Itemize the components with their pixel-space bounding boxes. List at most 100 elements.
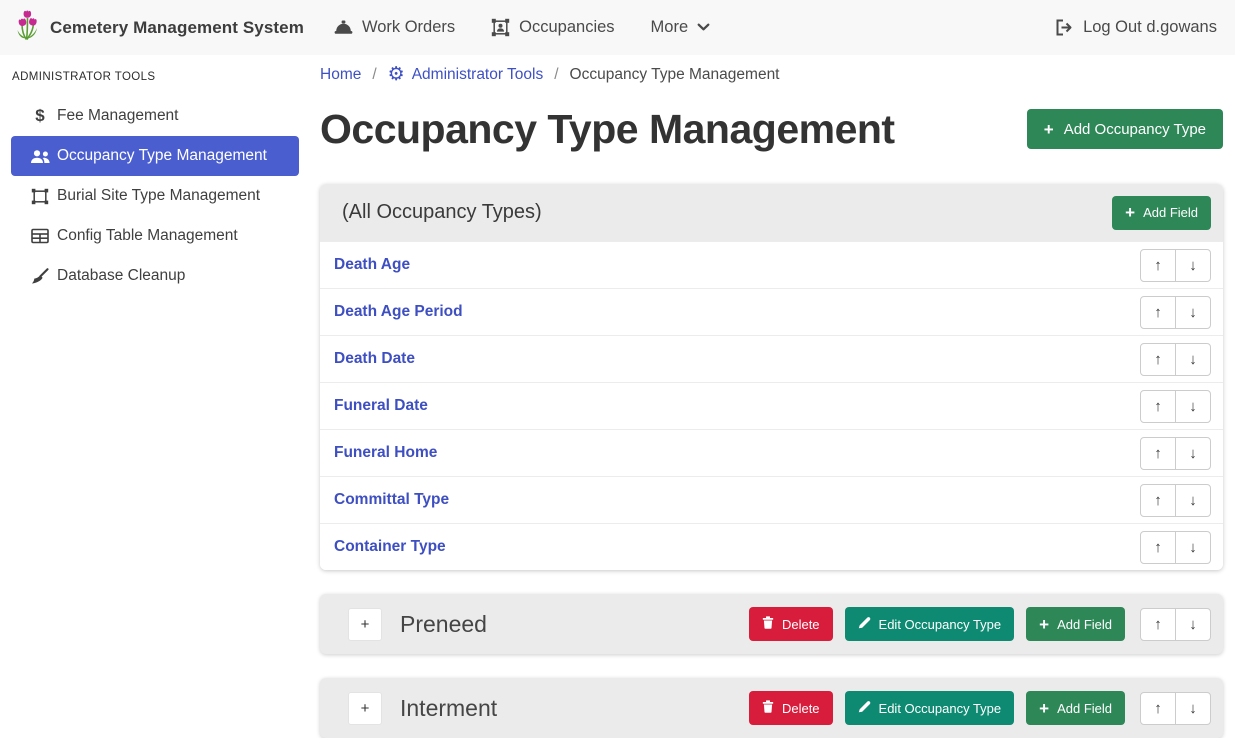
nav-more-label: More: [651, 18, 689, 37]
delete-button[interactable]: Delete: [749, 607, 833, 641]
nav-work-orders[interactable]: Work Orders: [334, 18, 455, 37]
breadcrumb-separator: /: [554, 66, 558, 84]
reorder-buttons: ↑ ↓: [1140, 296, 1211, 329]
nav-occupancies[interactable]: Occupancies: [491, 18, 614, 37]
field-row: Container Type ↑ ↓: [320, 523, 1223, 570]
arrow-down-icon: ↓: [1189, 304, 1197, 321]
add-field-button[interactable]: + Add Field: [1026, 607, 1125, 641]
add-occupancy-type-button[interactable]: + Add Occupancy Type: [1027, 109, 1223, 149]
move-up-button[interactable]: ↑: [1140, 531, 1176, 564]
brand-group[interactable]: Cemetery Management System: [14, 9, 304, 46]
move-up-button[interactable]: ↑: [1140, 484, 1176, 517]
move-down-button[interactable]: ↓: [1175, 531, 1211, 564]
sidebar-item-fee-management[interactable]: $ Fee Management: [11, 96, 299, 136]
move-down-button[interactable]: ↓: [1175, 249, 1211, 282]
edit-occupancy-type-button[interactable]: Edit Occupancy Type: [845, 691, 1015, 725]
breadcrumb-admin-tools[interactable]: ⚙ Administrator Tools: [388, 65, 544, 84]
arrow-up-icon: ↑: [1154, 398, 1162, 415]
move-up-button[interactable]: ↑: [1140, 692, 1176, 725]
logout-link[interactable]: Log Out d.gowans: [1055, 18, 1217, 37]
arrow-up-icon: ↑: [1154, 492, 1162, 509]
section-interment: + Interment Delete: [320, 678, 1223, 738]
section-actions: Delete Edit Occupancy Type + Add Field ↑…: [749, 691, 1211, 725]
plus-icon: +: [1044, 121, 1054, 138]
sidebar-item-config-table-management[interactable]: Config Table Management: [11, 216, 299, 256]
sidebar-heading: ADMINISTRATOR TOOLS: [0, 55, 310, 96]
object-group-icon: [23, 188, 57, 205]
move-down-button[interactable]: ↓: [1175, 437, 1211, 470]
field-link-death-age-period[interactable]: Death Age Period: [334, 303, 463, 321]
section-actions: Delete Edit Occupancy Type + Add Field ↑…: [749, 607, 1211, 641]
breadcrumb-separator: /: [372, 66, 376, 84]
plus-icon: +: [1125, 204, 1135, 221]
reorder-buttons: ↑ ↓: [1140, 343, 1211, 376]
move-up-button[interactable]: ↑: [1140, 390, 1176, 423]
breadcrumb-current: Occupancy Type Management: [570, 66, 780, 84]
occupancy-frame-icon: [491, 18, 510, 37]
add-field-button[interactable]: + Add Field: [1112, 196, 1211, 230]
all-occupancy-types-card: (All Occupancy Types) + Add Field Death …: [320, 184, 1223, 570]
move-down-button[interactable]: ↓: [1175, 608, 1211, 641]
move-down-button[interactable]: ↓: [1175, 343, 1211, 376]
sidebar-item-burial-site-type-management[interactable]: Burial Site Type Management: [11, 176, 299, 216]
move-up-button[interactable]: ↑: [1140, 249, 1176, 282]
edit-occupancy-type-label: Edit Occupancy Type: [879, 701, 1002, 716]
tulip-logo-icon: [14, 9, 40, 46]
expand-button[interactable]: +: [348, 608, 382, 641]
sidebar-item-label: Config Table Management: [57, 227, 238, 245]
plus-icon: +: [361, 616, 370, 633]
nav-more[interactable]: More: [651, 18, 711, 37]
move-down-button[interactable]: ↓: [1175, 296, 1211, 329]
move-down-button[interactable]: ↓: [1175, 390, 1211, 423]
arrow-up-icon: ↑: [1154, 539, 1162, 556]
top-navbar: Cemetery Management System Work Orders: [0, 0, 1235, 55]
pencil-icon: [858, 700, 871, 716]
section-title: Preneed: [400, 611, 487, 638]
arrow-up-icon: ↑: [1154, 351, 1162, 368]
move-up-button[interactable]: ↑: [1140, 343, 1176, 376]
field-row: Death Age Period ↑ ↓: [320, 288, 1223, 335]
field-row: Committal Type ↑ ↓: [320, 476, 1223, 523]
move-up-button[interactable]: ↑: [1140, 296, 1176, 329]
move-down-button[interactable]: ↓: [1175, 692, 1211, 725]
arrow-down-icon: ↓: [1189, 398, 1197, 415]
field-link-funeral-home[interactable]: Funeral Home: [334, 444, 437, 462]
arrow-up-icon: ↑: [1154, 304, 1162, 321]
field-link-death-age[interactable]: Death Age: [334, 256, 410, 274]
delete-button[interactable]: Delete: [749, 691, 833, 725]
section-title: Interment: [400, 695, 497, 722]
sign-out-icon: [1055, 19, 1074, 36]
sidebar-item-database-cleanup[interactable]: Database Cleanup: [11, 256, 299, 296]
edit-occupancy-type-button[interactable]: Edit Occupancy Type: [845, 607, 1015, 641]
delete-label: Delete: [782, 701, 820, 716]
field-link-committal-type[interactable]: Committal Type: [334, 491, 449, 509]
expand-button[interactable]: +: [348, 692, 382, 725]
move-up-button[interactable]: ↑: [1140, 608, 1176, 641]
reorder-buttons: ↑ ↓: [1140, 531, 1211, 564]
reorder-buttons: ↑ ↓: [1140, 608, 1211, 641]
sidebar-item-label: Database Cleanup: [57, 267, 185, 285]
plus-icon: +: [1039, 700, 1049, 717]
all-occupancy-types-title: (All Occupancy Types): [342, 201, 542, 224]
table-icon: [23, 228, 57, 244]
sidebar: ADMINISTRATOR TOOLS $ Fee Management Occ…: [0, 55, 310, 296]
plus-icon: +: [1039, 616, 1049, 633]
arrow-up-icon: ↑: [1154, 700, 1162, 717]
field-row: Death Age ↑ ↓: [320, 241, 1223, 288]
field-link-container-type[interactable]: Container Type: [334, 538, 446, 556]
sidebar-item-label: Burial Site Type Management: [57, 187, 260, 205]
field-link-funeral-date[interactable]: Funeral Date: [334, 397, 428, 415]
field-link-death-date[interactable]: Death Date: [334, 350, 415, 368]
sidebar-item-occupancy-type-management[interactable]: Occupancy Type Management: [11, 136, 299, 176]
add-occupancy-type-label: Add Occupancy Type: [1064, 121, 1206, 138]
move-up-button[interactable]: ↑: [1140, 437, 1176, 470]
move-down-button[interactable]: ↓: [1175, 484, 1211, 517]
arrow-up-icon: ↑: [1154, 257, 1162, 274]
trash-icon: [762, 700, 774, 716]
arrow-down-icon: ↓: [1189, 616, 1197, 633]
app-title: Cemetery Management System: [50, 18, 304, 38]
breadcrumb-home[interactable]: Home: [320, 66, 361, 84]
arrow-up-icon: ↑: [1154, 445, 1162, 462]
add-field-button[interactable]: + Add Field: [1026, 691, 1125, 725]
pencil-icon: [858, 616, 871, 632]
